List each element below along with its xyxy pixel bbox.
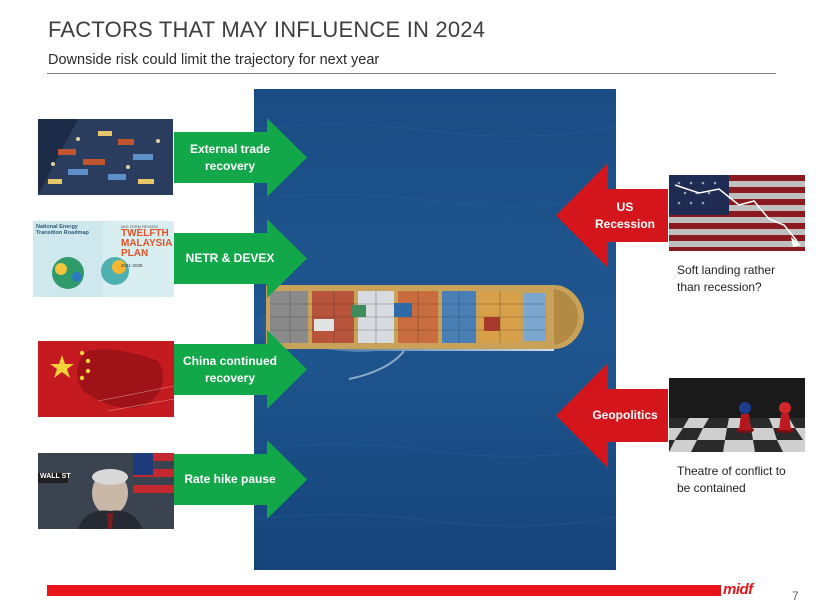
factor-label-netr: NETR & DEVEX [185,251,275,265]
factor-label-china: China continued recovery [183,353,277,385]
us-flag-falling-chart [669,175,805,251]
factor-arrow-us-recession: US Recession [556,163,668,268]
factor-arrow-geopolitics: Geopolitics [556,363,668,468]
factor-arrow-china: China continued recovery [174,330,307,409]
netr-malaysia-plan-cover: National Energy Transition Roadmap MID-T… [33,221,174,297]
page-number: 7 [792,589,799,603]
plan-cover-title: TWELFTH MALAYSIA PLAN [121,228,173,259]
slide-title: FACTORS THAT MAY INFLUENCE IN 2024 [48,17,486,42]
slide-subtitle: Downside risk could limit the trajectory… [48,52,380,68]
factor-label-geopolitics: Geopolitics [592,408,658,422]
china-flag-map [38,341,174,417]
caption-geopolitics: Theatre of conflict to be contained [677,464,786,495]
title-divider [47,73,776,74]
factor-arrow-rate-hike: Rate hike pause [174,440,307,519]
factor-arrow-external-trade: External trade recovery [174,118,307,197]
factor-label-rate-hike: Rate hike pause [184,472,276,486]
factor-arrow-netr: NETR & DEVEX [174,219,307,298]
factor-label-external-trade: External trade recovery [189,141,271,173]
chess-pawns-flags [669,378,805,452]
caption-us-recession: Soft landing rather than recession? [677,263,776,294]
cargo-ship-image [253,89,617,570]
factor-label-us-recession: US Recession [594,199,656,231]
midf-logo: midf [723,581,753,598]
netr-cover-title: National Energy Transition Roadmap [36,224,89,236]
footer-bar [47,585,721,596]
plan-cover-years: 2021-2025 [121,263,143,268]
port-containers-photo [38,119,173,195]
fed-chair-photo: WALL ST [38,453,174,529]
wall-st-sign: WALL ST [40,473,71,480]
